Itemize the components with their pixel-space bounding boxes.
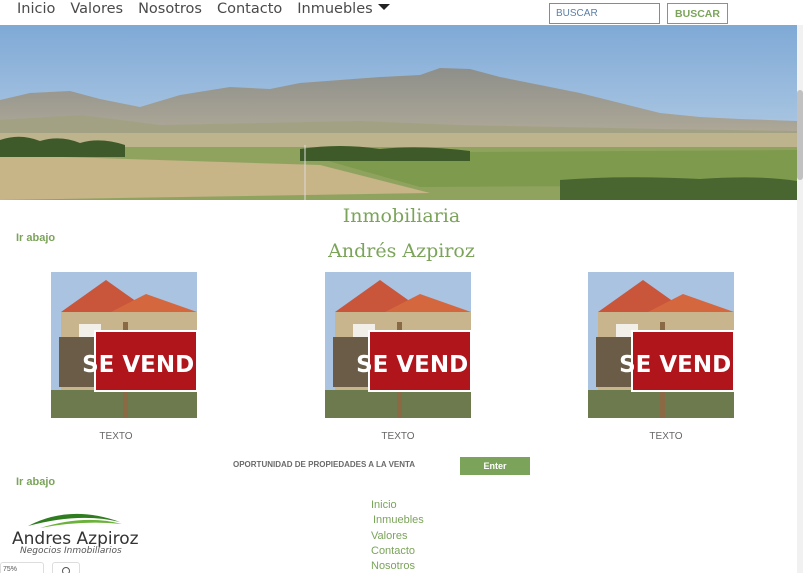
property-card-image-3[interactable]: SE VENDE [588, 272, 734, 418]
magnifier-icon [62, 567, 70, 573]
nav-contacto[interactable]: Contacto [217, 0, 282, 18]
caret-down-icon [377, 4, 390, 10]
sign-text: SE VENDE [619, 352, 734, 378]
property-card-image-2[interactable]: SE VENDE [325, 272, 471, 418]
property-card-text-1: TEXTO [99, 431, 133, 442]
ir-abajo-link-bottom[interactable]: Ir abajo [16, 476, 55, 488]
cta-text: OPORTUNIDAD DE PROPIEDADES A LA VENTA [233, 460, 416, 469]
property-card-image-1[interactable]: SE VENDE [51, 272, 197, 418]
nav-inmuebles-label: Inmuebles [297, 1, 373, 17]
search-input[interactable] [549, 3, 660, 24]
footer-nav-inmuebles[interactable]: Inmuebles [371, 513, 424, 528]
footer-nav-nosotros[interactable]: Nosotros [371, 559, 424, 573]
footer-nav-contacto[interactable]: Contacto [371, 544, 424, 559]
search-button[interactable]: BUSCAR [667, 3, 728, 24]
enter-button[interactable]: Enter [460, 457, 530, 475]
footer-nav: Inicio Inmuebles Valores Contacto Nosotr… [371, 498, 424, 573]
property-card-text-3: TEXTO [649, 431, 683, 442]
nav-links: Inicio Valores Nosotros Contacto Inmuebl… [17, 0, 405, 18]
nav-nosotros[interactable]: Nosotros [138, 0, 202, 18]
ir-abajo-link-top[interactable]: Ir abajo [16, 232, 55, 244]
nav-valores[interactable]: Valores [70, 0, 123, 18]
hero-landscape-image [0, 25, 797, 200]
zoom-level: 75% [3, 566, 18, 573]
logo-subtitle: Negocios Inmobiliarios [20, 546, 122, 556]
footer-nav-valores[interactable]: Valores [371, 529, 424, 544]
property-card-text-2: TEXTO [381, 431, 415, 442]
nav-inicio[interactable]: Inicio [17, 0, 55, 18]
zoom-level-control[interactable]: 75% [0, 562, 44, 573]
page-title-line2: Andrés Azpiroz [328, 240, 475, 262]
sign-text: SE VENDE [82, 352, 197, 378]
footer-nav-inicio[interactable]: Inicio [371, 498, 424, 513]
page-title-line1: Inmobiliaria [342, 205, 461, 227]
zoom-search-button[interactable] [52, 562, 80, 573]
brand-logo: Andres Azpiroz Negocios Inmobiliarios [10, 508, 160, 560]
nav-inmuebles-dropdown[interactable]: Inmuebles [297, 0, 390, 18]
top-navbar: Inicio Valores Nosotros Contacto Inmuebl… [0, 0, 803, 25]
scrollbar-thumb[interactable] [797, 90, 803, 180]
sign-text: SE VENDE [356, 352, 471, 378]
